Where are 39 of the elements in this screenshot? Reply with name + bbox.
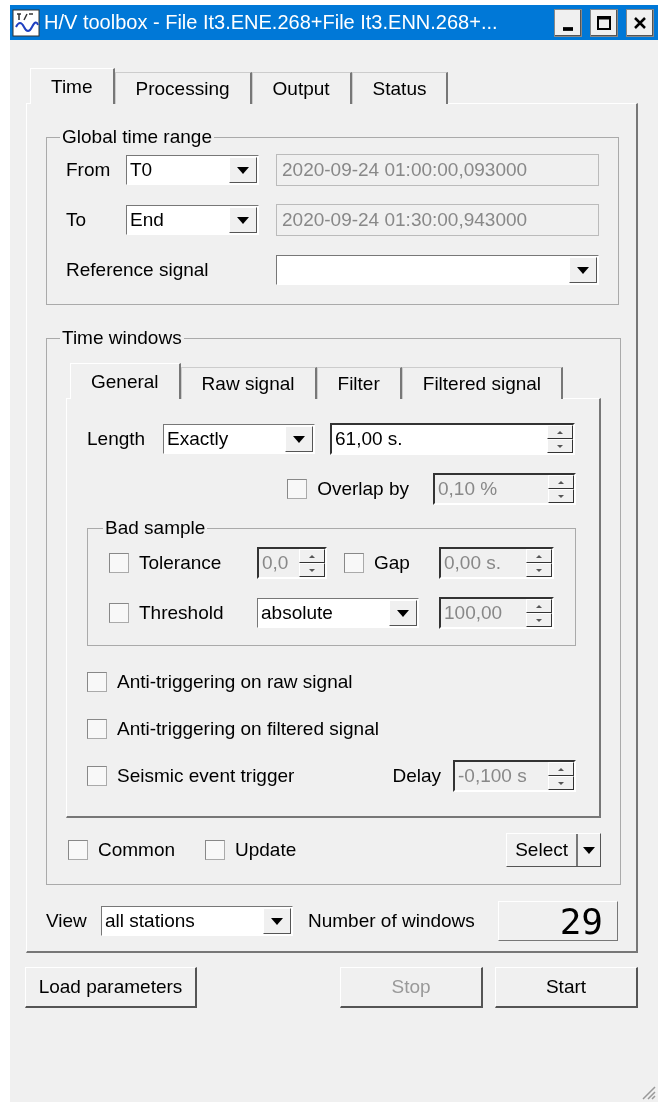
close-button[interactable]: [626, 8, 654, 37]
push-button[interactable]: Load parameters: [25, 967, 197, 1008]
checkbox[interactable]: Update: [205, 839, 297, 861]
checkbox[interactable]: Anti-triggering on raw signal: [87, 671, 353, 693]
tab[interactable]: Raw signal: [180, 367, 317, 399]
checkbox[interactable]: Seismic event trigger: [87, 765, 295, 787]
field-label: To: [66, 209, 88, 231]
maximize-icon: [595, 13, 613, 32]
tab[interactable]: Time: [30, 68, 115, 104]
group-title: Bad sample: [104, 517, 207, 539]
dropdown[interactable]: all stations: [101, 906, 293, 936]
wave-icon: [12, 8, 40, 37]
maximize-button[interactable]: [590, 8, 618, 37]
field-label: Delay: [392, 765, 441, 787]
field-label: View: [46, 910, 88, 932]
dropdown[interactable]: Exactly: [163, 424, 315, 454]
tab[interactable]: Filtered signal: [401, 367, 564, 399]
tab[interactable]: Output: [251, 72, 352, 104]
field-label: Reference signal: [66, 259, 210, 281]
group-title: Global time range: [61, 126, 213, 148]
window-title: H/V toolbox - File It3.ENE.268+File It3.ENN.268+...: [44, 11, 499, 34]
minimize-icon: [563, 26, 573, 31]
field-label: Length: [87, 428, 147, 450]
checkbox[interactable]: Common: [68, 839, 205, 861]
field-label: From: [66, 159, 112, 181]
push-button[interactable]: Start: [495, 967, 638, 1008]
select-button[interactable]: Select: [506, 833, 601, 867]
tab[interactable]: Filter: [316, 367, 402, 399]
resize-grip[interactable]: [640, 1084, 656, 1100]
count-display: 29: [498, 901, 618, 941]
group-title: Time windows: [61, 327, 183, 349]
tab[interactable]: Status: [351, 72, 449, 104]
checkbox[interactable]: Anti-triggering on filtered signal: [87, 718, 379, 740]
tab[interactable]: General: [70, 363, 181, 399]
dropdown[interactable]: [276, 255, 599, 285]
field-label: Number of windows: [308, 910, 475, 932]
minimize-button[interactable]: [554, 8, 582, 37]
spin-field[interactable]: 61,00 s.: [330, 423, 575, 455]
tab[interactable]: Processing: [114, 72, 252, 104]
